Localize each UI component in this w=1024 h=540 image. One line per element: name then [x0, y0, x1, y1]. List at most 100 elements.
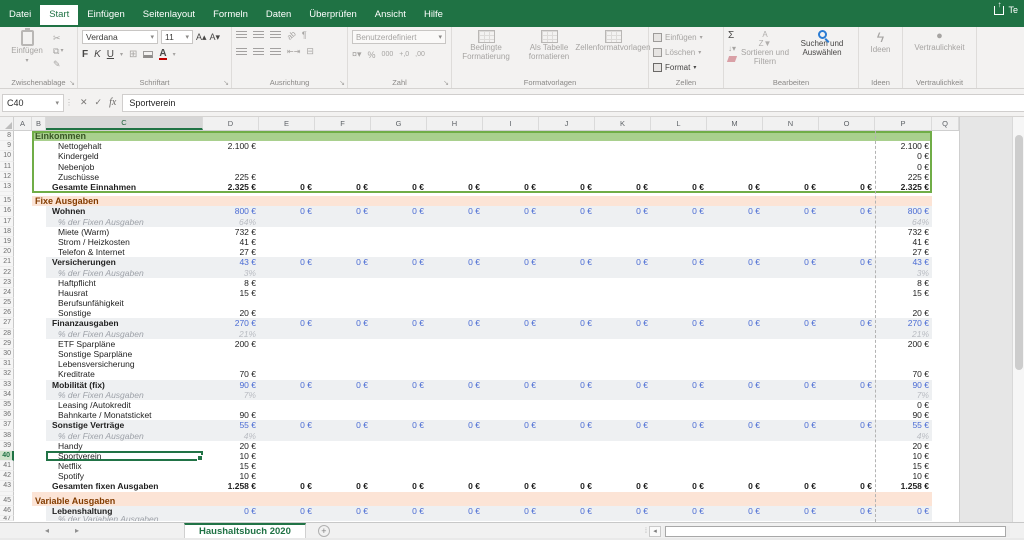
sheet-row-31[interactable]: 31Lebensversicherung	[0, 359, 959, 369]
column-header-O[interactable]: O	[819, 117, 875, 130]
ribbon-tab-formeln[interactable]: Formeln	[204, 5, 257, 25]
increase-font-button[interactable]: A▴	[196, 32, 207, 43]
label-cell[interactable]: ETF Sparpläne	[46, 339, 203, 349]
label-cell[interactable]: % der Fixen Ausgaben	[46, 267, 203, 277]
column-header-H[interactable]: H	[427, 117, 483, 130]
sheet-row-34[interactable]: 34% der Fixen Ausgaben7%7%	[0, 390, 959, 400]
confirm-icon[interactable]: ✓	[95, 97, 103, 108]
scrollbar-drag-dots[interactable]: ⁞	[645, 528, 647, 535]
insert-function-icon[interactable]: fx	[109, 97, 116, 108]
paste-button[interactable]: Einfügen ▾	[4, 30, 50, 76]
sheet-row-46[interactable]: 46Lebenshaltung0 €0 €0 €0 €0 €0 €0 €0 €0…	[0, 506, 959, 516]
ribbon-tab-start[interactable]: Start	[40, 5, 78, 25]
section-header[interactable]: Variable Ausgaben	[32, 496, 932, 506]
column-header-P[interactable]: P	[875, 117, 932, 130]
insert-cells-button[interactable]: Einfügen▾	[653, 31, 719, 43]
column-header-L[interactable]: L	[651, 117, 707, 130]
sheet-row-28[interactable]: 28% der Fixen Ausgaben21%21%	[0, 329, 959, 339]
format-cells-button[interactable]: Format▾	[653, 61, 719, 73]
sheet-row-38[interactable]: 38% der Fixen Ausgaben4%4%	[0, 430, 959, 440]
sheet-row-22[interactable]: 22% der Fixen Ausgaben3%3%	[0, 267, 959, 277]
sheet-row-17[interactable]: 17% der Fixen Ausgaben64%64%	[0, 217, 959, 227]
sheet-row-47[interactable]: 47 % der Variablen Ausgaben	[0, 516, 959, 522]
scroll-left-icon[interactable]: ◂	[649, 526, 661, 537]
row-header-39[interactable]: 39	[0, 441, 14, 451]
row-header-38[interactable]: 38	[0, 430, 14, 440]
row-header-25[interactable]: 25	[0, 298, 14, 308]
select-all-corner[interactable]	[0, 117, 14, 130]
sheet-row-15[interactable]: 15Fixe Ausgaben	[0, 196, 959, 206]
label-cell[interactable]: Spotify	[46, 471, 203, 481]
sheet-nav-left-icon[interactable]: ◂	[40, 526, 54, 535]
name-box[interactable]: C40 ▾	[2, 94, 64, 112]
fill-color-button[interactable]	[143, 51, 153, 58]
vertical-scrollbar-thumb[interactable]	[1015, 135, 1023, 370]
sheet-row-24[interactable]: 24Hausrat15 €15 €	[0, 288, 959, 298]
row-header-20[interactable]: 20	[0, 247, 14, 257]
label-cell[interactable]: Lebensversicherung	[46, 359, 203, 369]
row-header-12[interactable]: 12	[0, 172, 14, 182]
column-header-I[interactable]: I	[483, 117, 539, 130]
selected-cell[interactable]: Sportverein	[46, 451, 203, 461]
align-left-icon[interactable]	[236, 48, 247, 56]
label-cell[interactable]: Gesamten fixen Ausgaben	[46, 481, 203, 491]
delete-cells-button[interactable]: Löschen▾	[653, 46, 719, 58]
column-header-D[interactable]: D	[203, 117, 259, 130]
vertical-scrollbar[interactable]	[1012, 117, 1024, 522]
sheet-row-37[interactable]: 37Sonstige Verträge55 €0 €0 €0 €0 €0 €0 …	[0, 420, 959, 430]
dialog-launcher-icon[interactable]: ↘	[69, 79, 75, 87]
decrease-font-button[interactable]: A▾	[210, 32, 221, 43]
label-cell[interactable]: Lebenshaltung	[46, 506, 203, 516]
sheet-row-40[interactable]: 40Sportverein10 €10 €	[0, 451, 959, 461]
sheet-row-13[interactable]: 13Gesamte Einnahmen2.325 €0 €0 €0 €0 €0 …	[0, 182, 959, 192]
label-cell[interactable]: Wohnen	[46, 206, 203, 216]
row-header-10[interactable]: 10	[0, 151, 14, 161]
row-header-15[interactable]: 15	[0, 196, 14, 206]
row-header-33[interactable]: 33	[0, 380, 14, 390]
row-header-24[interactable]: 24	[0, 288, 14, 298]
format-as-table-button[interactable]: Als Tabelle formatieren	[519, 30, 579, 76]
label-cell[interactable]: Sonstige Verträge	[46, 420, 203, 430]
label-cell[interactable]: Sonstige	[46, 308, 203, 318]
accounting-format-button[interactable]: ¤▾	[352, 49, 362, 60]
dialog-launcher-icon[interactable]: ↘	[443, 79, 449, 87]
ribbon-tab-überprüfen[interactable]: Überprüfen	[300, 5, 366, 25]
row-header-17[interactable]: 17	[0, 217, 14, 227]
row-header-41[interactable]: 41	[0, 461, 14, 471]
row-header-30[interactable]: 30	[0, 349, 14, 359]
row-header-40[interactable]: 40	[0, 451, 14, 461]
row-header-46[interactable]: 46	[0, 506, 14, 516]
italic-button[interactable]: K	[94, 49, 101, 60]
label-cell[interactable]: Nebenjob	[46, 162, 203, 172]
sheet-row-42[interactable]: 42Spotify10 €10 €	[0, 471, 959, 481]
sort-filter-button[interactable]: AZ▼ Sortieren und Filtern	[739, 30, 791, 76]
sheet-row-39[interactable]: 39Handy20 €20 €	[0, 441, 959, 451]
label-cell[interactable]: Haftpflicht	[46, 278, 203, 288]
row-header-8[interactable]: 8	[0, 131, 14, 141]
sheet-row-41[interactable]: 41Netflix15 €15 €	[0, 461, 959, 471]
font-color-button[interactable]: A	[159, 49, 166, 60]
label-cell[interactable]: Gesamte Einnahmen	[46, 182, 203, 192]
sheet-row-29[interactable]: 29ETF Sparpläne200 €200 €	[0, 339, 959, 349]
row-header-18[interactable]: 18	[0, 227, 14, 237]
row-header-35[interactable]: 35	[0, 400, 14, 410]
percent-style-button[interactable]: %	[368, 50, 376, 60]
conditional-formatting-button[interactable]: Bedingte Formatierung	[456, 30, 516, 76]
sheet-row-21[interactable]: 21Versicherungen43 €0 €0 €0 €0 €0 €0 €0 …	[0, 257, 959, 267]
column-header-A[interactable]: A	[14, 117, 32, 130]
label-cell[interactable]: % der Variablen Ausgaben	[46, 516, 203, 522]
row-header-47[interactable]: 47	[0, 516, 14, 522]
column-header-C[interactable]: C	[46, 117, 203, 130]
sheet-nav-right-icon[interactable]: ▸	[70, 526, 84, 535]
number-format-select[interactable]: Benutzerdefiniert▾	[352, 30, 446, 44]
sheet-row-8[interactable]: 8Einkommen	[0, 131, 959, 141]
label-cell[interactable]: Kindergeld	[46, 151, 203, 161]
row-header-32[interactable]: 32	[0, 369, 14, 379]
row-header-43[interactable]: 43	[0, 481, 14, 491]
fill-button[interactable]: ↓▾	[728, 44, 736, 53]
ribbon-tab-hilfe[interactable]: Hilfe	[415, 5, 452, 25]
column-header-M[interactable]: M	[707, 117, 763, 130]
row-header-37[interactable]: 37	[0, 420, 14, 430]
label-cell[interactable]: Versicherungen	[46, 257, 203, 267]
dialog-launcher-icon[interactable]: ↘	[339, 79, 345, 87]
